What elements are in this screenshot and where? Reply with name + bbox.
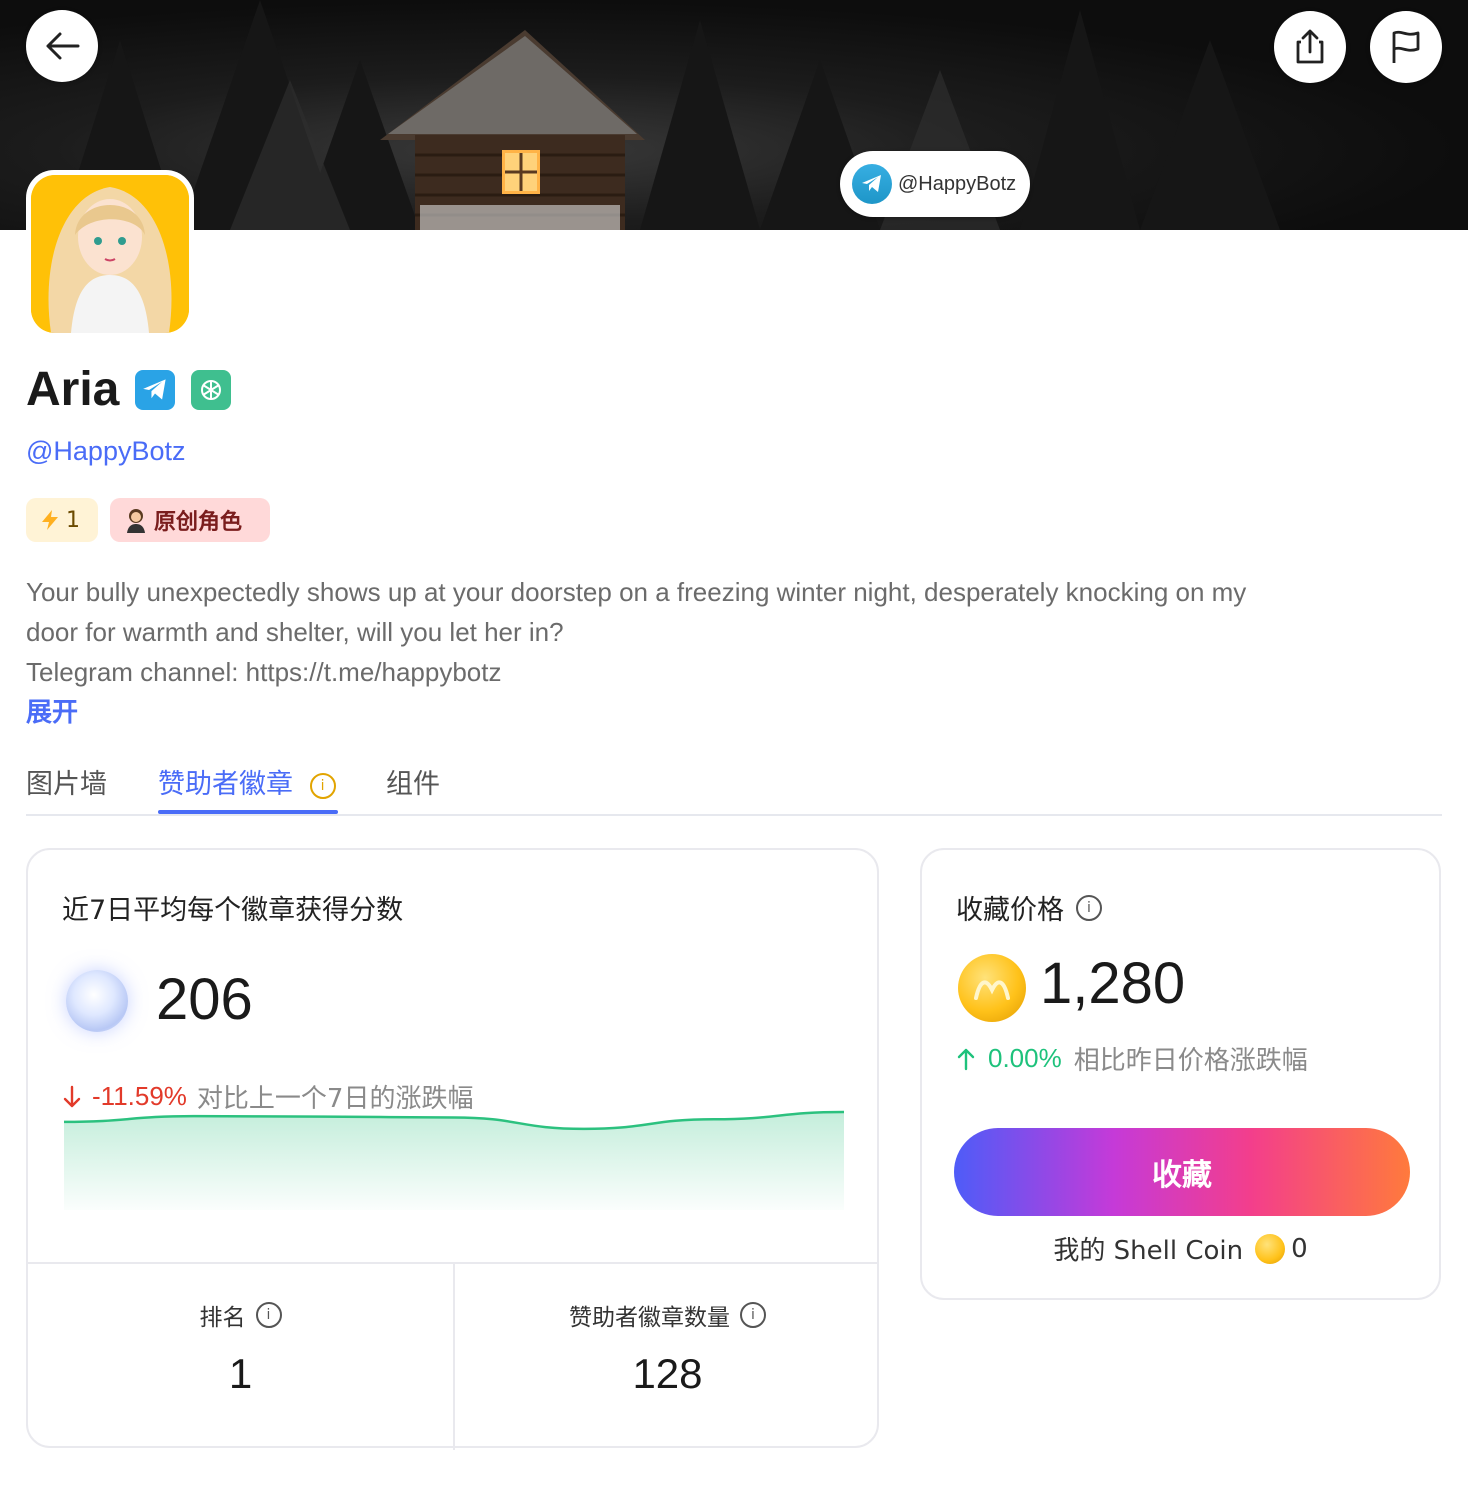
description-line: Telegram channel: https://t.me/happybotz xyxy=(26,657,502,687)
description-line: Your bully unexpectedly shows up at your… xyxy=(26,577,1247,607)
badge-count-label: 赞助者徽章数量 xyxy=(569,1305,730,1331)
tag-chips: 1 原创角色 xyxy=(26,498,270,542)
tab-gallery[interactable]: 图片墙 xyxy=(26,762,107,801)
score-title: 近7日平均每个徽章获得分数 xyxy=(62,895,404,926)
score-trend-chart xyxy=(64,1110,844,1210)
character-icon xyxy=(127,509,145,533)
badge-count-value: 128 xyxy=(632,1350,703,1397)
arrow-down-icon xyxy=(63,1085,81,1107)
badge-count-stat: 赞助者徽章数量 i 128 xyxy=(455,1298,880,1398)
telegram-icon xyxy=(852,164,892,204)
my-coin-label: 我的 Shell Coin xyxy=(1053,1236,1244,1266)
arrow-left-icon xyxy=(46,32,80,60)
tag-label: 原创角色 xyxy=(154,510,243,535)
profile-name: Aria xyxy=(26,363,120,416)
score-card: 近7日平均每个徽章获得分数 206 -11.59% 对比上一个7日的涨跌幅 排名… xyxy=(26,848,880,1450)
price-value: 1,280 xyxy=(1040,951,1186,1016)
price-change: 0.00% xyxy=(988,1043,1062,1073)
collect-button[interactable]: 收藏 xyxy=(954,1128,1410,1216)
shell-coin-icon xyxy=(958,954,1026,1022)
expand-link[interactable]: 展开 xyxy=(26,692,78,729)
cover-banner: @HappyBotz xyxy=(0,0,1468,230)
badge-orb-icon xyxy=(66,970,128,1032)
arrow-up-icon xyxy=(957,1048,975,1070)
lightning-icon xyxy=(42,510,58,530)
flag-icon xyxy=(1392,30,1420,63)
openai-icon xyxy=(191,369,232,410)
info-icon[interactable]: i xyxy=(740,1302,766,1328)
share-icon xyxy=(1296,29,1324,64)
character-portrait xyxy=(31,175,189,333)
telegram-handle: @HappyBotz xyxy=(898,172,1017,195)
info-icon[interactable]: i xyxy=(255,1302,282,1328)
avatar xyxy=(26,170,194,338)
price-title-row: 收藏价格 i xyxy=(956,888,1102,927)
telegram-icon xyxy=(135,369,176,410)
info-icon[interactable]: i xyxy=(309,772,336,799)
rank-value: 1 xyxy=(228,1350,253,1397)
description-line: door for warmth and shelter, will you le… xyxy=(26,617,564,647)
telegram-link-pill[interactable]: @HappyBotz xyxy=(840,151,1030,217)
score-value: 206 xyxy=(156,967,253,1032)
profile-description: Your bully unexpectedly shows up at your… xyxy=(26,572,1426,692)
tab-bar: 图片墙 赞助者徽章 i 组件 xyxy=(26,756,1442,816)
price-change-desc: 相比昨日价格涨跌幅 xyxy=(1073,1046,1308,1076)
profile-handle[interactable]: @HappyBotz xyxy=(26,436,185,467)
rank-label: 排名 xyxy=(199,1305,246,1331)
energy-count: 1 xyxy=(66,507,80,533)
rank-stat: 排名 i 1 xyxy=(28,1298,453,1398)
price-card: 收藏价格 i 1,280 0.00% 相比昨日价格涨跌幅 收藏 我的 Shell… xyxy=(920,848,1441,1300)
info-icon[interactable]: i xyxy=(1076,894,1102,921)
active-tab-indicator xyxy=(158,810,338,814)
trend-area xyxy=(64,1112,844,1210)
tab-sponsor-badges[interactable]: 赞助者徽章 i xyxy=(158,762,336,801)
score-change: -11.59% xyxy=(92,1081,187,1111)
share-button[interactable] xyxy=(1274,11,1346,83)
tab-widgets[interactable]: 组件 xyxy=(386,762,440,801)
my-shell-coin: 我的 Shell Coin 0 xyxy=(922,1230,1439,1267)
price-title: 收藏价格 xyxy=(956,895,1064,926)
back-button[interactable] xyxy=(26,10,98,82)
original-character-chip: 原创角色 xyxy=(110,498,270,542)
profile-name-row: Aria xyxy=(26,362,232,417)
energy-chip: 1 xyxy=(26,498,98,542)
shell-coin-icon xyxy=(1255,1233,1286,1264)
report-button[interactable] xyxy=(1370,11,1442,83)
cabin-illustration xyxy=(60,0,1280,230)
price-change-row: 0.00% 相比昨日价格涨跌幅 xyxy=(956,1040,1308,1077)
my-coin-value: 0 xyxy=(1291,1233,1308,1264)
